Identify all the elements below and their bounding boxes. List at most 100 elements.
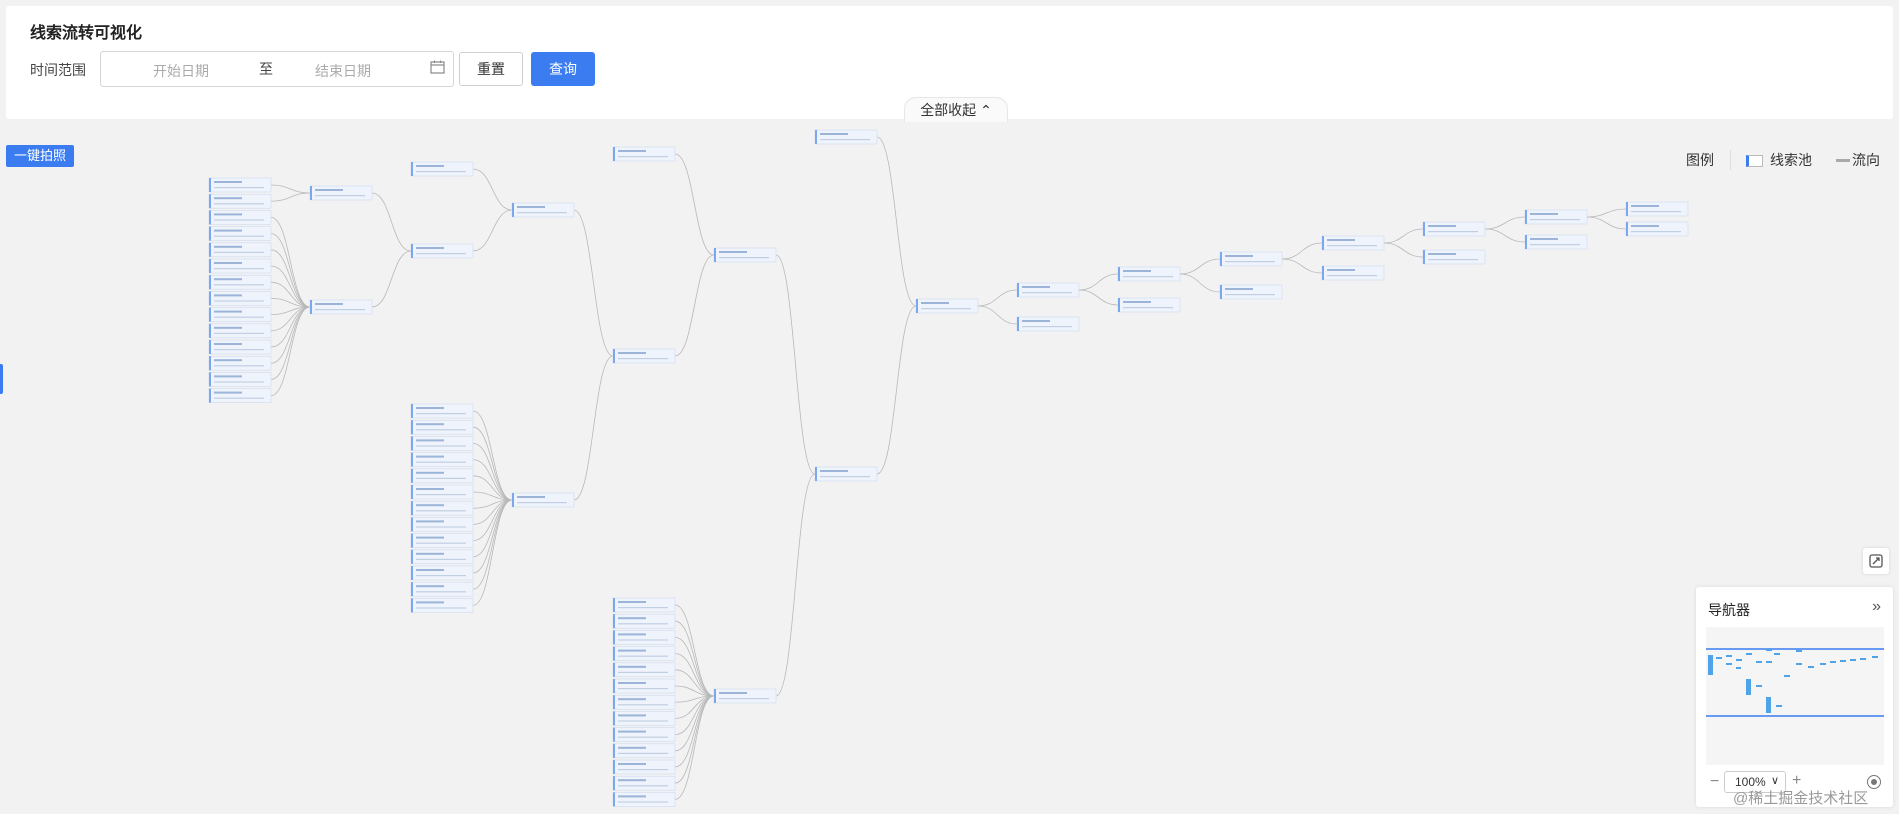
graph-node[interactable] [410,403,474,419]
graph-node[interactable] [511,492,575,508]
graph-node[interactable] [410,161,474,177]
legend-divider [1730,150,1731,170]
flow-edge [270,265,311,308]
graph-node[interactable] [612,694,676,710]
graph-node[interactable] [208,242,272,258]
graph-node[interactable] [410,581,474,597]
graph-node[interactable] [612,678,676,694]
flow-edge [775,254,816,475]
flow-edge [876,136,917,307]
flow-graph-canvas[interactable] [0,0,1899,814]
graph-node[interactable] [1016,316,1080,332]
graph-node[interactable] [410,468,474,484]
graph-node[interactable] [410,243,474,259]
flow-edge [1281,258,1323,274]
locate-icon[interactable] [1867,775,1881,789]
flow-edge [371,250,412,308]
legend-title: 图例 [1686,152,1714,168]
flow-edge [1586,208,1627,218]
flow-edge [674,695,715,784]
graph-node[interactable] [309,185,373,201]
flow-edge [472,410,513,501]
flow-edge [270,184,311,194]
graph-node[interactable] [208,193,272,209]
flow-edge [270,217,311,308]
graph-node[interactable] [208,210,272,225]
flow-edge [270,306,311,348]
flow-edge [775,473,816,697]
graph-node[interactable] [612,727,676,742]
flow-edge [472,499,513,541]
graph-node[interactable] [410,419,474,435]
graph-node[interactable] [1422,249,1486,265]
flow-edge [1484,228,1526,243]
flow-edge [270,192,311,202]
flow-edge [472,499,513,606]
flow-edge [270,233,311,308]
graph-node[interactable] [1016,282,1080,298]
graph-node[interactable] [1219,251,1283,267]
graph-node[interactable] [208,323,272,339]
graph-node[interactable] [612,646,676,661]
graph-node[interactable] [1117,266,1181,282]
legend-lead-pool: 线索池 [1770,152,1812,168]
graph-node[interactable] [309,299,373,315]
graph-node[interactable] [410,598,474,613]
graph-node[interactable] [208,307,272,322]
graph-node[interactable] [814,129,878,145]
graph-node[interactable] [612,597,676,613]
graph-node[interactable] [208,177,272,193]
graph-node[interactable] [612,348,676,364]
graph-node[interactable] [713,247,777,263]
graph-node[interactable] [1625,201,1689,217]
graph-node[interactable] [208,274,272,290]
graph-node[interactable] [1117,297,1181,313]
navigator-title: 导航器 [1708,602,1750,618]
graph-node[interactable] [612,759,676,775]
graph-node[interactable] [208,258,272,274]
graph-node[interactable] [410,565,474,581]
graph-node[interactable] [1321,235,1385,251]
graph-node[interactable] [612,792,676,807]
graph-node[interactable] [612,662,676,678]
fit-view-button[interactable] [1863,548,1889,574]
graph-node[interactable] [1625,221,1689,237]
graph-node[interactable] [410,533,474,548]
fit-view-icon [1869,554,1883,568]
graph-node[interactable] [612,146,676,162]
graph-node[interactable] [814,466,878,482]
graph-node[interactable] [410,452,474,467]
graph-node[interactable] [410,517,474,532]
graph-node[interactable] [410,436,474,451]
graph-node[interactable] [208,372,272,387]
flow-edge [472,426,513,501]
graph-node[interactable] [208,226,272,241]
chevron-double-right-icon[interactable]: » [1872,598,1881,616]
graph-node[interactable] [612,743,676,759]
graph-node[interactable] [410,549,474,565]
legend-flow: 流向 [1852,152,1880,168]
graph-node[interactable] [208,291,272,306]
graph-node[interactable] [612,613,676,629]
graph-node[interactable] [1524,209,1588,225]
graph-node[interactable] [1524,234,1588,250]
graph-node[interactable] [612,630,676,645]
flow-edge [674,254,715,357]
graph-node[interactable] [1219,284,1283,300]
graph-node[interactable] [612,775,676,791]
graph-node[interactable] [410,500,474,516]
zoom-out-button[interactable]: − [1710,773,1719,791]
graph-node[interactable] [208,355,272,371]
navigator-minimap[interactable] [1706,627,1884,765]
graph-node[interactable] [511,202,575,218]
graph-node[interactable] [713,688,777,704]
flow-edge [270,306,311,380]
graph-node[interactable] [208,388,272,403]
graph-node[interactable] [1422,221,1486,237]
graph-node[interactable] [612,711,676,726]
navigator-panel: 导航器 » − 100% ∨ + [1696,587,1893,807]
graph-node[interactable] [410,484,474,500]
graph-node[interactable] [915,298,979,314]
graph-node[interactable] [1321,265,1385,281]
graph-node[interactable] [208,339,272,355]
